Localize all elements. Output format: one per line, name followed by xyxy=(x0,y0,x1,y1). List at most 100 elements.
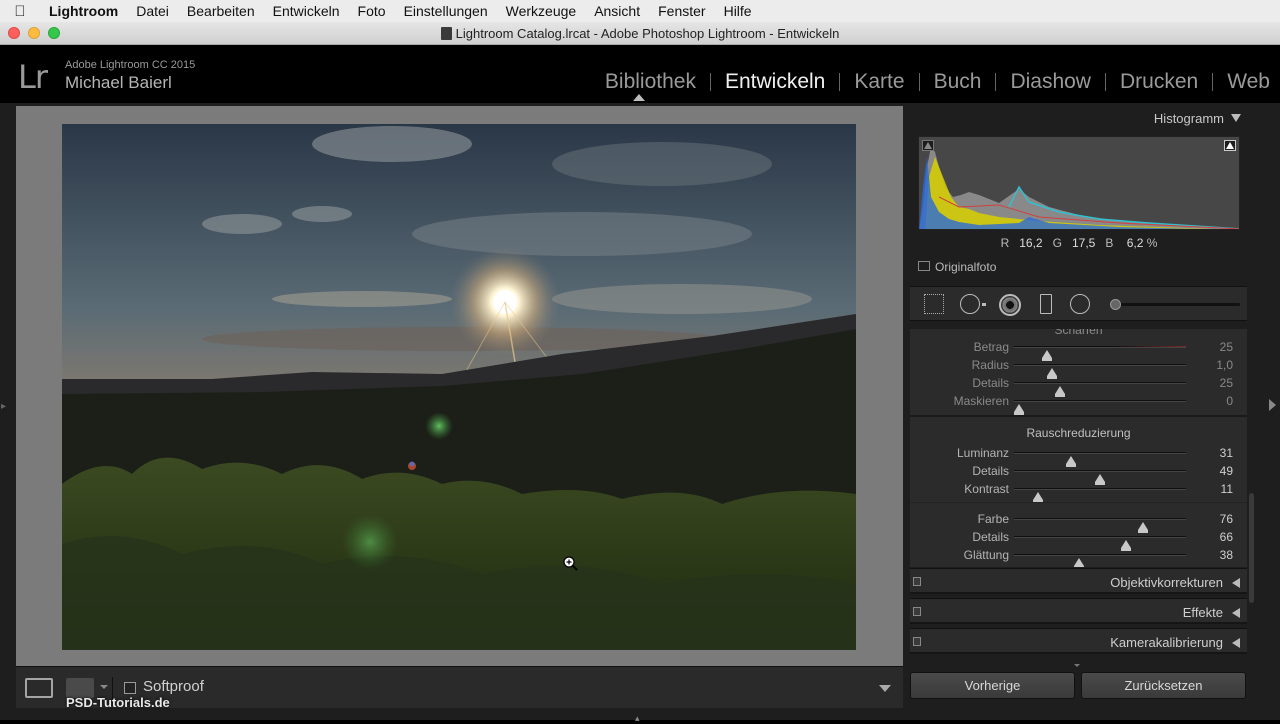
slider-label: Glättung xyxy=(963,548,1009,562)
brush-tool-slider-knob[interactable] xyxy=(1110,299,1121,310)
zoom-window-button[interactable] xyxy=(48,27,60,39)
slider-track[interactable] xyxy=(1014,382,1186,397)
panel-switch-icon[interactable] xyxy=(913,637,921,646)
photo-preview[interactable] xyxy=(62,124,856,650)
view-dropdown-icon[interactable] xyxy=(100,685,108,689)
slider-label: Betrag xyxy=(973,340,1009,354)
slider-label: Details xyxy=(972,464,1009,478)
b-label: B xyxy=(1105,236,1114,250)
slider-value[interactable]: 49 xyxy=(1220,464,1233,478)
window-title: Lightroom Catalog.lrcat - Adobe Photosho… xyxy=(455,25,840,41)
module-picker: Bibliothek Entwickeln Karte Buch Diashow… xyxy=(591,70,1270,94)
original-photo-checkbox[interactable] xyxy=(918,261,930,271)
highlight-clipping-indicator[interactable] xyxy=(1224,140,1236,151)
slider-value[interactable]: 76 xyxy=(1220,512,1233,526)
slider-track[interactable] xyxy=(1014,554,1186,567)
slider-row-luminanz: Luminanz 31 xyxy=(910,444,1247,467)
slider-track[interactable] xyxy=(1014,536,1186,551)
panel-switch-icon[interactable] xyxy=(913,607,921,616)
slider-track[interactable] xyxy=(1014,400,1186,415)
module-web[interactable]: Web xyxy=(1213,70,1270,94)
panel-switch-icon[interactable] xyxy=(913,577,921,586)
slider-track[interactable] xyxy=(1014,364,1186,379)
module-bibliothek[interactable]: Bibliothek xyxy=(591,70,710,94)
right-panel-toggle-icon[interactable] xyxy=(1269,399,1276,411)
rgb-readout: R 16,2 G 17,5 B 6,2 % xyxy=(904,236,1254,250)
menu-datei[interactable]: Datei xyxy=(127,3,178,19)
histogram-collapse-icon[interactable] xyxy=(1231,114,1241,122)
panel-scrollbar[interactable] xyxy=(1249,493,1254,603)
panel-effects[interactable]: Effekte xyxy=(910,598,1247,624)
window-title-bar: Lightroom Catalog.lrcat - Adobe Photosho… xyxy=(0,22,1280,45)
menu-ansicht[interactable]: Ansicht xyxy=(585,3,649,19)
menu-einstellungen[interactable]: Einstellungen xyxy=(395,3,497,19)
panel-title: Objektivkorrekturen xyxy=(1110,575,1223,590)
panel-camera-calibration[interactable]: Kamerakalibrierung xyxy=(910,628,1247,654)
section-divider xyxy=(910,415,1247,417)
module-entwickeln[interactable]: Entwickeln xyxy=(711,70,839,94)
product-name: Adobe Lightroom CC 2015 xyxy=(65,59,196,71)
slider-thumb[interactable] xyxy=(1033,492,1044,503)
slider-value[interactable]: 38 xyxy=(1220,548,1233,562)
expand-arrow-icon[interactable] xyxy=(1232,638,1240,648)
slider-value[interactable]: 31 xyxy=(1220,446,1233,460)
slider-row-details: Details 25 xyxy=(910,374,1247,397)
image-canvas[interactable] xyxy=(16,106,903,666)
expand-arrow-icon[interactable] xyxy=(1232,578,1240,588)
slider-track[interactable] xyxy=(1014,470,1186,485)
menu-bearbeiten[interactable]: Bearbeiten xyxy=(178,3,264,19)
slider-thumb[interactable] xyxy=(1074,558,1085,567)
slider-thumb[interactable] xyxy=(1014,404,1025,415)
menu-entwickeln[interactable]: Entwickeln xyxy=(264,3,349,19)
panel-lens-corrections[interactable]: Objektivkorrekturen xyxy=(910,568,1247,594)
slider-value[interactable]: 1,0 xyxy=(1216,358,1233,372)
module-buch[interactable]: Buch xyxy=(920,70,996,94)
menu-werkzeuge[interactable]: Werkzeuge xyxy=(497,3,586,19)
module-karte[interactable]: Karte xyxy=(840,70,918,94)
spot-removal-tool-icon[interactable] xyxy=(960,294,980,314)
apple-icon[interactable]:  xyxy=(0,3,40,20)
close-window-button[interactable] xyxy=(8,27,20,39)
filmstrip-toggle-icon[interactable]: ▴ xyxy=(635,713,645,723)
slider-value[interactable]: 25 xyxy=(1220,376,1233,390)
previous-button[interactable]: Vorherige xyxy=(910,672,1075,699)
detail-panel: Schärfen Betrag 25 Radius 1,0 Details 25… xyxy=(910,329,1247,567)
reset-button[interactable]: Zurücksetzen xyxy=(1081,672,1246,699)
histogram-curves xyxy=(919,147,1239,229)
menu-hilfe[interactable]: Hilfe xyxy=(715,3,761,19)
graduated-filter-tool-icon[interactable] xyxy=(1040,294,1052,314)
slider-track[interactable] xyxy=(1014,346,1186,361)
left-panel-toggle-icon[interactable]: ▸ xyxy=(1,401,6,412)
slider-value[interactable]: 66 xyxy=(1220,530,1233,544)
softproof-checkbox[interactable] xyxy=(124,682,136,694)
slider-track[interactable] xyxy=(1014,488,1186,503)
b-value: 6,2 xyxy=(1126,236,1144,250)
histogram-graph[interactable] xyxy=(918,136,1240,230)
loupe-view-button[interactable] xyxy=(25,678,53,698)
menu-fenster[interactable]: Fenster xyxy=(649,3,714,19)
expand-arrow-icon[interactable] xyxy=(1232,608,1240,618)
brush-tool-slider-track[interactable] xyxy=(1112,303,1240,306)
module-drucken[interactable]: Drucken xyxy=(1106,70,1212,94)
mac-menu-bar:  Lightroom Datei Bearbeiten Entwickeln … xyxy=(0,0,1280,22)
histogram-header[interactable]: Histogramm xyxy=(904,103,1254,133)
menu-foto[interactable]: Foto xyxy=(349,3,395,19)
collapse-top-panel-arrow-icon[interactable] xyxy=(633,94,645,101)
radial-filter-tool-icon[interactable] xyxy=(1070,294,1090,314)
module-diashow[interactable]: Diashow xyxy=(996,70,1105,94)
shadow-clipping-indicator[interactable] xyxy=(922,140,934,151)
menu-lightroom[interactable]: Lightroom xyxy=(40,3,127,19)
red-eye-tool-icon[interactable] xyxy=(999,294,1021,316)
g-value: 17,5 xyxy=(1071,236,1096,250)
crop-tool-icon[interactable] xyxy=(924,294,944,314)
slider-track[interactable] xyxy=(1014,452,1186,467)
toolbar-options-dropdown-icon[interactable] xyxy=(879,685,891,692)
slider-value[interactable]: 11 xyxy=(1221,482,1233,496)
original-photo-label: Originalfoto xyxy=(935,260,997,274)
slider-value[interactable]: 25 xyxy=(1220,340,1233,354)
slider-row-betrag: Betrag 25 xyxy=(910,338,1247,361)
minimize-window-button[interactable] xyxy=(28,27,40,39)
slider-track[interactable] xyxy=(1014,518,1186,533)
right-panel: Histogramm R 16,2 G 17,5 B 6,2 % Origina… xyxy=(904,103,1254,720)
slider-value[interactable]: 0 xyxy=(1226,394,1233,408)
